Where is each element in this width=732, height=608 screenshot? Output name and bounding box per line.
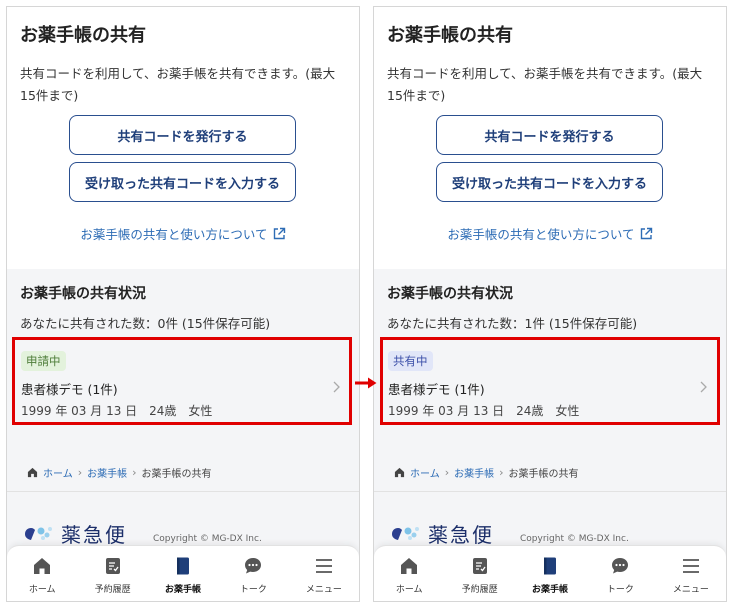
share-card: お薬手帳の共有 共有コードを利用して、お薬手帳を共有できます。(最大15件まで)… <box>374 7 726 269</box>
tab-history[interactable]: 予約履歴 <box>77 546 147 601</box>
tab-label: お薬手帳 <box>165 585 202 595</box>
tab-label: メニュー <box>305 585 342 595</box>
home-icon <box>27 467 38 478</box>
tab-label: トーク <box>239 585 267 595</box>
menu-icon <box>315 559 332 573</box>
copyright: Copyright © MG-DX Inc. <box>520 534 629 544</box>
tab-notebook[interactable]: お薬手帳 <box>148 546 218 601</box>
arrow-right-icon <box>355 377 377 389</box>
breadcrumb-separator: › <box>77 466 83 479</box>
status-section-title: お薬手帳の共有状況 <box>387 286 513 302</box>
highlight-frame-after <box>380 337 720 425</box>
tab-label: ホーム <box>28 585 56 595</box>
chat-icon <box>612 558 629 574</box>
help-link[interactable]: お薬手帳の共有と使い方について <box>7 224 359 243</box>
external-link-icon <box>640 227 652 239</box>
help-link-text: お薬手帳の共有と使い方について <box>80 227 268 242</box>
tab-menu[interactable]: メニュー <box>656 546 726 601</box>
footer-divider <box>374 491 726 492</box>
highlight-frame-before <box>12 337 352 425</box>
tab-chat[interactable]: トーク <box>585 546 655 601</box>
tab-home[interactable]: ホーム <box>7 546 77 601</box>
logo-text: 薬急便 <box>61 523 127 547</box>
tab-notebook[interactable]: お薬手帳 <box>515 546 585 601</box>
breadcrumb-separator: › <box>499 466 504 479</box>
tab-label: ホーム <box>395 585 423 595</box>
copyright: Copyright © MG-DX Inc. <box>153 534 262 544</box>
status-section-title: お薬手帳の共有状況 <box>20 286 146 302</box>
tab-label: 予約履歴 <box>461 585 498 595</box>
tab-label: メニュー <box>672 585 709 595</box>
tab-label: お薬手帳 <box>532 585 569 595</box>
page-title: お薬手帳の共有 <box>20 25 146 46</box>
breadcrumb-current: お薬手帳の共有 <box>141 469 212 480</box>
shared-count: あなたに共有された数：1件 (15件保存可能) <box>387 316 638 331</box>
screen-after: お薬手帳の共有 共有コードを利用して、お薬手帳を共有できます。(最大15件まで)… <box>373 6 727 602</box>
breadcrumb-current: お薬手帳の共有 <box>508 469 579 480</box>
help-link[interactable]: お薬手帳の共有と使い方について <box>374 224 726 243</box>
tab-label: トーク <box>606 585 634 595</box>
logo-mark-icon <box>392 526 419 540</box>
logo-text: 薬急便 <box>428 523 494 547</box>
tab-home[interactable]: ホーム <box>374 546 444 601</box>
history-icon <box>472 558 487 574</box>
breadcrumb-notebook[interactable]: お薬手帳 <box>87 465 127 480</box>
tab-chat[interactable]: トーク <box>218 546 288 601</box>
logo-mark-icon <box>25 526 52 540</box>
breadcrumb-separator: › <box>132 466 137 479</box>
share-description: 共有コードを利用して、お薬手帳を共有できます。(最大15件まで) <box>387 66 703 103</box>
issue-code-button[interactable]: 共有コードを発行する <box>69 115 296 155</box>
issue-code-button[interactable]: 共有コードを発行する <box>436 115 663 155</box>
bottom-tab-bar: ホーム 予約履歴 お薬手帳 トーク メニュー <box>7 545 359 601</box>
breadcrumb: ホーム › お薬手帳 › お薬手帳の共有 <box>27 465 212 480</box>
share-description: 共有コードを利用して、お薬手帳を共有できます。(最大15件まで) <box>20 66 336 103</box>
breadcrumb-home[interactable]: ホーム <box>43 465 73 480</box>
breadcrumb: ホーム › お薬手帳 › お薬手帳の共有 <box>394 465 579 480</box>
menu-icon <box>682 559 699 573</box>
help-link-text: お薬手帳の共有と使い方について <box>447 227 635 242</box>
page-title: お薬手帳の共有 <box>387 25 513 46</box>
enter-code-button[interactable]: 受け取った共有コードを入力する <box>436 162 663 202</box>
footer-divider <box>7 491 359 492</box>
history-icon <box>105 558 120 574</box>
bottom-tab-bar: ホーム 予約履歴 お薬手帳 トーク メニュー <box>374 545 726 601</box>
brand-logo: 薬急便 <box>390 519 494 548</box>
external-link-icon <box>273 227 285 239</box>
shared-count: あなたに共有された数：0件 (15件保存可能) <box>20 316 271 331</box>
home-icon <box>394 467 405 478</box>
home-icon <box>401 558 418 574</box>
screen-before: お薬手帳の共有 共有コードを利用して、お薬手帳を共有できます。(最大15件まで)… <box>6 6 360 602</box>
breadcrumb-home[interactable]: ホーム <box>410 465 440 480</box>
notebook-icon <box>544 557 557 575</box>
tab-menu[interactable]: メニュー <box>289 546 359 601</box>
enter-code-button[interactable]: 受け取った共有コードを入力する <box>69 162 296 202</box>
tab-label: 予約履歴 <box>94 585 131 595</box>
brand-logo: 薬急便 <box>23 519 127 548</box>
share-card: お薬手帳の共有 共有コードを利用して、お薬手帳を共有できます。(最大15件まで)… <box>7 7 359 269</box>
notebook-icon <box>177 557 190 575</box>
chat-icon <box>245 558 262 574</box>
tab-history[interactable]: 予約履歴 <box>444 546 514 601</box>
home-icon <box>34 558 51 574</box>
breadcrumb-notebook[interactable]: お薬手帳 <box>454 465 494 480</box>
breadcrumb-separator: › <box>444 466 450 479</box>
